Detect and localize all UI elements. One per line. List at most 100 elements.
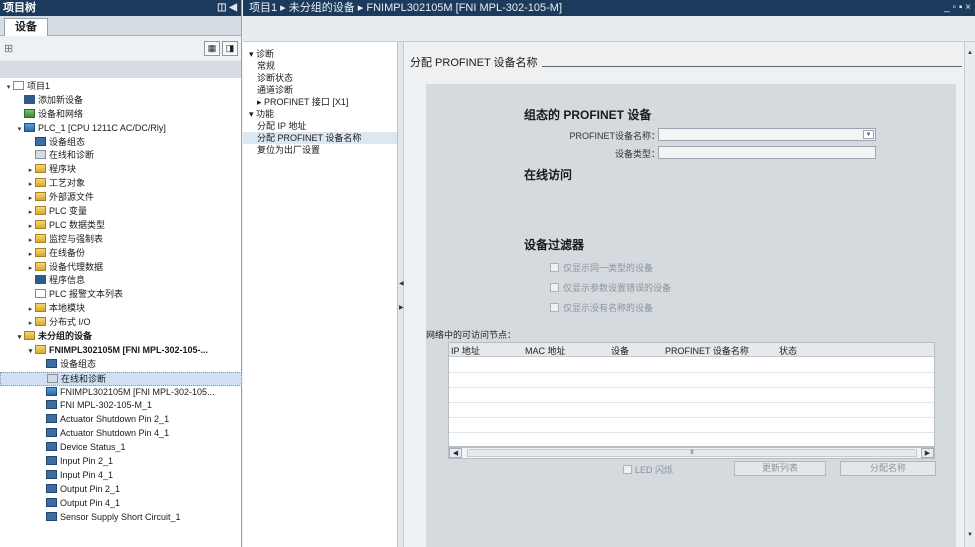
tree-item[interactable]: Output Pin 4_1 <box>0 497 242 511</box>
online-access-heading: 在线访问 <box>524 168 573 182</box>
expanded-arrow-icon[interactable]: ▾ <box>15 123 24 137</box>
collapsed-arrow-icon[interactable]: ▸ <box>26 303 35 317</box>
device-name-dropdown[interactable]: ▼ <box>658 128 876 141</box>
tree-item[interactable]: 在线和诊断 <box>0 371 242 386</box>
collapsed-arrow-icon[interactable]: ▸ <box>26 248 35 262</box>
panel-controls[interactable]: ◫ ◀ <box>217 0 237 16</box>
tree-item[interactable]: ▾ PLC_1 [CPU 1211C AC/DC/Rly] <box>0 122 242 136</box>
col-profinet-name[interactable]: PROFINET 设备名称 <box>665 344 749 357</box>
nav-item[interactable]: 分配 IP 地址 <box>243 120 397 132</box>
green-icon <box>24 108 35 118</box>
expand-right-icon[interactable]: ▶ <box>399 304 404 311</box>
tree-item[interactable]: ▾ 未分组的设备 <box>0 330 242 344</box>
nav-item[interactable]: 通道诊断 <box>243 84 397 96</box>
table-header: IP 地址 MAC 地址 设备 PROFINET 设备名称 状态 <box>449 343 934 357</box>
tree-item[interactable]: Device Status_1 <box>0 441 242 455</box>
tree-item[interactable]: ▸ 程序块 <box>0 163 242 177</box>
collapsed-arrow-icon[interactable]: ▸ <box>26 178 35 192</box>
tree-item[interactable]: 程序信息 <box>0 274 242 288</box>
collapsed-arrow-icon[interactable]: ▸ <box>26 262 35 276</box>
tree-item[interactable]: 设备组态 <box>0 136 242 150</box>
nav-item[interactable]: 复位为出厂设置 <box>243 144 397 156</box>
gray-icon <box>35 150 46 160</box>
tree-item[interactable]: PLC 报警文本列表 <box>0 288 242 302</box>
filter-icon[interactable]: ⊞ <box>4 42 13 55</box>
blue-icon <box>35 275 46 285</box>
tree-item[interactable]: FNIMPL302105M [FNI MPL-302-105... <box>0 386 242 400</box>
tree-item[interactable]: Sensor Supply Short Circuit_1 <box>0 511 242 525</box>
tree-item[interactable]: ▸ 在线备份 <box>0 247 242 261</box>
expanded-arrow-icon[interactable]: ▾ <box>4 81 13 95</box>
tree-item[interactable]: 在线和诊断 <box>0 149 242 163</box>
tree-item[interactable]: ▾ 项目1 <box>0 80 242 94</box>
tree-item[interactable]: 设备和网络 <box>0 108 242 122</box>
scroll-up-icon[interactable]: ▲ <box>966 50 974 59</box>
configured-device-heading: 组态的 PROFINET 设备 <box>524 108 652 122</box>
view-grid-icon[interactable]: ▦ <box>204 41 220 56</box>
col-device[interactable]: 设备 <box>611 344 629 357</box>
collapsed-arrow-icon[interactable]: ▸ <box>26 192 35 206</box>
scroll-down-icon[interactable]: ▼ <box>966 532 974 541</box>
tree-item-label: 本地模块 <box>49 303 86 314</box>
nav-item[interactable]: 常规 <box>243 60 397 72</box>
collapsed-arrow-icon[interactable]: ▸ <box>26 220 35 234</box>
accessible-nodes-table[interactable]: IP 地址 MAC 地址 设备 PROFINET 设备名称 状态 <box>448 342 935 447</box>
tree-item-label: PLC 报警文本列表 <box>49 289 124 300</box>
tree-item-label: 设备组态 <box>49 136 86 147</box>
tree-item[interactable]: ▸ 外部源文件 <box>0 191 242 205</box>
nav-item[interactable]: 分配 PROFINET 设备名称 <box>243 132 397 144</box>
tree-item[interactable]: ▸ 设备代理数据 <box>0 261 242 275</box>
tree-item[interactable]: ▸ PLC 变量 <box>0 205 242 219</box>
refresh-list-button[interactable]: 更新列表 <box>734 461 826 476</box>
window-controls[interactable]: _ ▫ ▪ × <box>944 0 971 16</box>
tree-item[interactable]: ▸ 分布式 I/O <box>0 316 242 330</box>
col-status[interactable]: 状态 <box>779 344 797 357</box>
nav-item[interactable]: ▾ 诊断 <box>243 48 397 60</box>
tree-item[interactable]: Input Pin 2_1 <box>0 455 242 469</box>
tree-item[interactable]: ▸ PLC 数据类型 <box>0 219 242 233</box>
col-mac[interactable]: MAC 地址 <box>525 344 566 357</box>
assign-name-button[interactable]: 分配名称 <box>840 461 936 476</box>
col-ip[interactable]: IP 地址 <box>451 344 480 357</box>
tree-item-label: Device Status_1 <box>60 442 126 453</box>
tree-item-label: 外部源文件 <box>49 192 95 203</box>
vertical-scrollbar[interactable]: ▲ ▼ <box>964 42 975 547</box>
chevron-down-icon[interactable]: ▼ <box>863 130 874 139</box>
tree-item-label: PLC 变量 <box>49 206 88 217</box>
collapsed-arrow-icon[interactable]: ▸ <box>26 234 35 248</box>
tree-item[interactable]: Output Pin 2_1 <box>0 483 242 497</box>
scroll-left-icon[interactable]: ◀ <box>449 448 462 458</box>
filter-no-name-checkbox[interactable]: 仅显示没有名称的设备 <box>550 301 653 314</box>
scroll-right-icon[interactable]: ▶ <box>921 448 934 458</box>
collapsed-arrow-icon[interactable]: ▸ <box>26 317 35 331</box>
tree-item-label: Actuator Shutdown Pin 4_1 <box>60 428 170 439</box>
horizontal-scrollbar[interactable]: ◀ II ▶ <box>448 447 935 459</box>
tree-item[interactable]: ▸ 本地模块 <box>0 302 242 316</box>
collapsed-arrow-icon[interactable]: ▸ <box>26 206 35 220</box>
filter-same-type-checkbox[interactable]: 仅显示同一类型的设备 <box>550 261 653 274</box>
tree-item-label: Output Pin 2_1 <box>60 483 121 494</box>
tree-item[interactable]: 设备组态 <box>0 358 242 372</box>
tree-item[interactable]: Input Pin 4_1 <box>0 469 242 483</box>
view-split-icon[interactable]: ◨ <box>222 41 238 56</box>
nav-item[interactable]: 诊断状态 <box>243 72 397 84</box>
collapsed-arrow-icon[interactable]: ▸ <box>26 164 35 178</box>
tree-item[interactable]: Actuator Shutdown Pin 4_1 <box>0 427 242 441</box>
tree-item[interactable]: FNI MPL-302-105-M_1 <box>0 399 242 413</box>
tree-item[interactable]: Actuator Shutdown Pin 2_1 <box>0 413 242 427</box>
led-flash-checkbox[interactable]: LED 闪烁 <box>623 463 673 476</box>
collapse-left-icon[interactable]: ◀ <box>399 280 404 287</box>
tree-item[interactable]: 添加新设备 <box>0 94 242 108</box>
tree-item[interactable]: ▸ 工艺对象 <box>0 177 242 191</box>
tab-devices[interactable]: 设备 <box>4 18 48 36</box>
nav-item[interactable]: ▸ PROFINET 接口 [X1] <box>243 96 397 108</box>
project-tree-toolbar: ⊞ ▦ ◨ <box>0 36 241 62</box>
expanded-arrow-icon[interactable]: ▾ <box>15 331 24 345</box>
tree-item[interactable]: ▸ 监控与强制表 <box>0 233 242 247</box>
expanded-arrow-icon[interactable]: ▾ <box>26 345 35 359</box>
scroll-thumb[interactable]: II <box>467 449 917 457</box>
tree-item[interactable]: ▾ FNIMPL302105M [FNI MPL-302-105-... <box>0 344 242 358</box>
chip-icon <box>46 414 57 424</box>
filter-param-error-checkbox[interactable]: 仅显示参数设置错误的设备 <box>550 281 671 294</box>
nav-item[interactable]: ▾ 功能 <box>243 108 397 120</box>
